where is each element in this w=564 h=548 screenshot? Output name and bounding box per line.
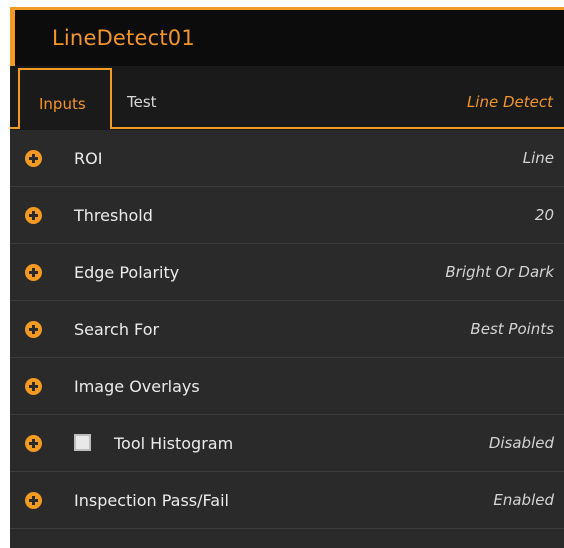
row-value: Bright Or Dark (445, 263, 554, 281)
row-label: Search For (74, 320, 160, 339)
tab-inputs[interactable]: Inputs (18, 68, 112, 129)
expand-plus-icon[interactable] (25, 321, 42, 338)
expand-plus-icon[interactable] (25, 378, 42, 395)
row-value: Disabled (488, 434, 554, 452)
title-bar: LineDetect01 (10, 7, 564, 66)
row-label: Tool Histogram (114, 434, 234, 453)
row-label: ROI (74, 149, 103, 168)
property-list: ROI Line Threshold 20 Edge Polarity Brig… (10, 130, 564, 529)
row-search-for[interactable]: Search For Best Points (10, 301, 564, 358)
row-value: Enabled (493, 491, 554, 509)
tool-title: LineDetect01 (52, 26, 195, 50)
row-label: Inspection Pass/Fail (74, 491, 229, 510)
row-threshold[interactable]: Threshold 20 (10, 187, 564, 244)
tab-bar: Inputs Test Line Detect (10, 66, 564, 130)
row-value: Best Points (470, 320, 554, 338)
row-value: Line (522, 149, 554, 167)
row-roi[interactable]: ROI Line (10, 130, 564, 187)
expand-plus-icon[interactable] (25, 264, 42, 281)
row-label: Image Overlays (74, 377, 200, 396)
expand-plus-icon[interactable] (25, 435, 42, 452)
row-label: Threshold (74, 206, 153, 225)
row-label: Edge Polarity (74, 263, 180, 282)
expand-plus-icon[interactable] (25, 207, 42, 224)
expand-plus-icon[interactable] (25, 150, 42, 167)
row-image-overlays[interactable]: Image Overlays (10, 358, 564, 415)
tool-histogram-checkbox[interactable] (74, 434, 91, 451)
tab-inputs-label: Inputs (39, 95, 86, 113)
row-tool-histogram[interactable]: Tool Histogram Disabled (10, 415, 564, 472)
row-edge-polarity[interactable]: Edge Polarity Bright Or Dark (10, 244, 564, 301)
inputs-panel: LineDetect01 Inputs Test Line Detect ROI… (10, 7, 564, 548)
tool-type-label: Line Detect (466, 93, 553, 111)
row-value: 20 (534, 206, 554, 224)
row-inspection-pass-fail[interactable]: Inspection Pass/Fail Enabled (10, 472, 564, 529)
expand-plus-icon[interactable] (25, 492, 42, 509)
tab-test[interactable]: Test (127, 93, 157, 111)
